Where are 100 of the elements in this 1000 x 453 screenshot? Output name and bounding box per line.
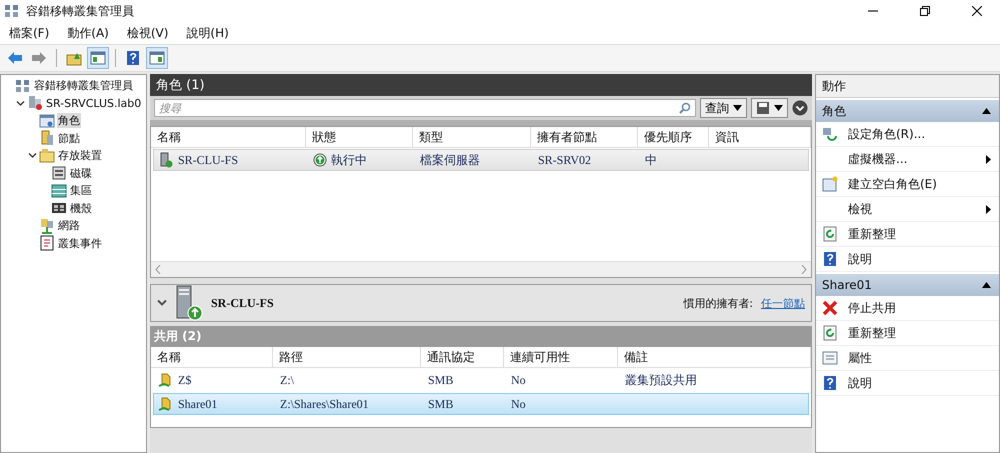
window-title: 容錯移轉叢集管理員: [26, 2, 135, 20]
tree-item[interactable]: 集區: [69, 183, 93, 198]
panel-title: 角色 (1): [150, 74, 812, 96]
cluster-icon: [15, 78, 31, 94]
menu-item[interactable]: 檔案(F): [6, 22, 52, 44]
table-cell: SMB: [428, 372, 454, 388]
tree-item[interactable]: SR-SRVCLUS.lab0: [45, 96, 142, 110]
network-icon: [39, 218, 55, 234]
table-cell: Z$: [178, 372, 192, 388]
toolbar-button[interactable]: [146, 47, 168, 69]
column-header[interactable]: 通訊協定: [421, 347, 504, 367]
storage-icon: [39, 148, 55, 164]
action-item[interactable]: 重新整理: [848, 324, 991, 342]
search-field[interactable]: 搜尋: [154, 99, 696, 117]
collapse-icon[interactable]: [982, 108, 991, 114]
search-icon: [679, 102, 691, 114]
column-header[interactable]: 擁有者節點: [531, 127, 638, 147]
refresh-icon: [822, 226, 838, 242]
expand-caret-icon[interactable]: [28, 151, 36, 160]
action-item[interactable]: 說明: [848, 374, 991, 392]
collapse-caret-icon[interactable]: [157, 299, 167, 307]
column-header[interactable]: 名稱: [151, 127, 306, 147]
menu-item[interactable]: 說明(H): [183, 22, 232, 44]
new-role-icon: [822, 176, 838, 192]
tree-item[interactable]: 節點: [57, 130, 81, 146]
server-icon: [158, 152, 174, 168]
query-button[interactable]: 查詢: [700, 98, 747, 118]
forward-arrow-icon: [31, 50, 47, 66]
menu-item[interactable]: 檢視(V): [124, 22, 172, 44]
tree-item[interactable]: 存放裝置: [57, 148, 103, 164]
section-title: 共用 (2): [150, 326, 812, 346]
column-header[interactable]: 優先順序: [638, 127, 709, 147]
event-log-icon: [39, 235, 55, 252]
cluster-icon: [27, 95, 43, 112]
toolbar-button[interactable]: [87, 47, 109, 69]
save-icon: [756, 101, 770, 115]
table-cell: SR-CLU-FS: [178, 152, 238, 168]
action-item[interactable]: 建立空白角色(E): [848, 176, 991, 192]
dropdown-caret-icon: [774, 105, 783, 111]
server-icon: [39, 130, 55, 146]
column-header[interactable]: 資訊: [709, 127, 811, 147]
tree-item[interactable]: 角色: [57, 113, 81, 128]
collapse-icon[interactable]: [982, 282, 991, 288]
pool-icon: [51, 182, 67, 199]
menu-item[interactable]: 動作(A): [64, 22, 112, 44]
table-cell: 檔案伺服器: [420, 152, 480, 168]
cluster-icon: [4, 3, 20, 19]
table-row[interactable]: SR-CLU-FS 執行中 檔案伺服器 SR-SRV02 中: [153, 149, 809, 171]
help-icon: [822, 251, 838, 267]
close-icon: [972, 6, 982, 16]
refresh-icon: [822, 325, 838, 341]
tree-item[interactable]: 磁碟: [69, 166, 93, 181]
column-header[interactable]: 路徑: [273, 347, 421, 367]
section-title: Share01: [822, 278, 872, 292]
owner-link[interactable]: 任一節點: [761, 296, 805, 310]
column-header[interactable]: 狀態: [306, 127, 413, 147]
save-query-button[interactable]: [751, 98, 788, 118]
pane-title: 動作: [816, 75, 999, 98]
roles-icon: [39, 112, 55, 129]
table-cell: No: [511, 396, 526, 412]
tree-item[interactable]: 叢集事件: [57, 236, 103, 251]
table-cell: Share01: [178, 396, 218, 412]
column-header[interactable]: 類型: [413, 127, 531, 147]
help-icon: [822, 375, 838, 391]
table-cell: 叢集預設共用: [625, 372, 697, 388]
table-cell: SMB: [428, 396, 454, 412]
section-title: 角色: [822, 102, 846, 120]
table-cell: No: [511, 372, 526, 388]
action-item[interactable]: 停止共用: [848, 300, 991, 316]
help-icon: [125, 50, 141, 66]
tree-item[interactable]: 網路: [57, 218, 81, 234]
table-cell: 中: [645, 152, 657, 168]
column-header[interactable]: 連續可用性: [504, 347, 618, 367]
console-tree-icon: [90, 50, 106, 66]
tree-item[interactable]: 容錯移轉叢集管理員: [33, 78, 134, 94]
column-header[interactable]: 備註: [618, 347, 811, 367]
expand-icon[interactable]: [792, 100, 808, 116]
close-icon: [822, 300, 838, 316]
back-arrow-icon: [7, 50, 23, 66]
action-item[interactable]: 檢視: [848, 200, 976, 218]
expand-caret-icon[interactable]: [16, 98, 24, 108]
action-item[interactable]: 虛擬機器...: [848, 150, 976, 168]
table-cell: Z:\Shares\Share01: [280, 396, 369, 412]
tree-item[interactable]: 機殼: [69, 200, 93, 216]
properties-icon: [822, 350, 838, 366]
action-item[interactable]: 設定角色(R)...: [848, 126, 991, 142]
table-row[interactable]: Z$ Z:\ SMB No 叢集預設共用: [153, 369, 809, 391]
running-status-icon: [313, 153, 327, 167]
column-header[interactable]: 名稱: [151, 347, 273, 367]
table-cell: Z:\: [280, 372, 294, 388]
configure-icon: [822, 126, 838, 142]
table-cell: 執行中: [331, 152, 367, 168]
table-row[interactable]: Share01 Z:\Shares\Share01 SMB No: [153, 393, 809, 415]
table-cell: SR-SRV02: [538, 152, 592, 168]
action-item[interactable]: 屬性: [848, 350, 991, 366]
restore-icon: [920, 6, 930, 16]
dropdown-caret-icon: [733, 105, 742, 111]
action-item[interactable]: 重新整理: [848, 226, 991, 242]
action-pane-icon: [149, 50, 165, 66]
action-item[interactable]: 說明: [848, 250, 991, 268]
